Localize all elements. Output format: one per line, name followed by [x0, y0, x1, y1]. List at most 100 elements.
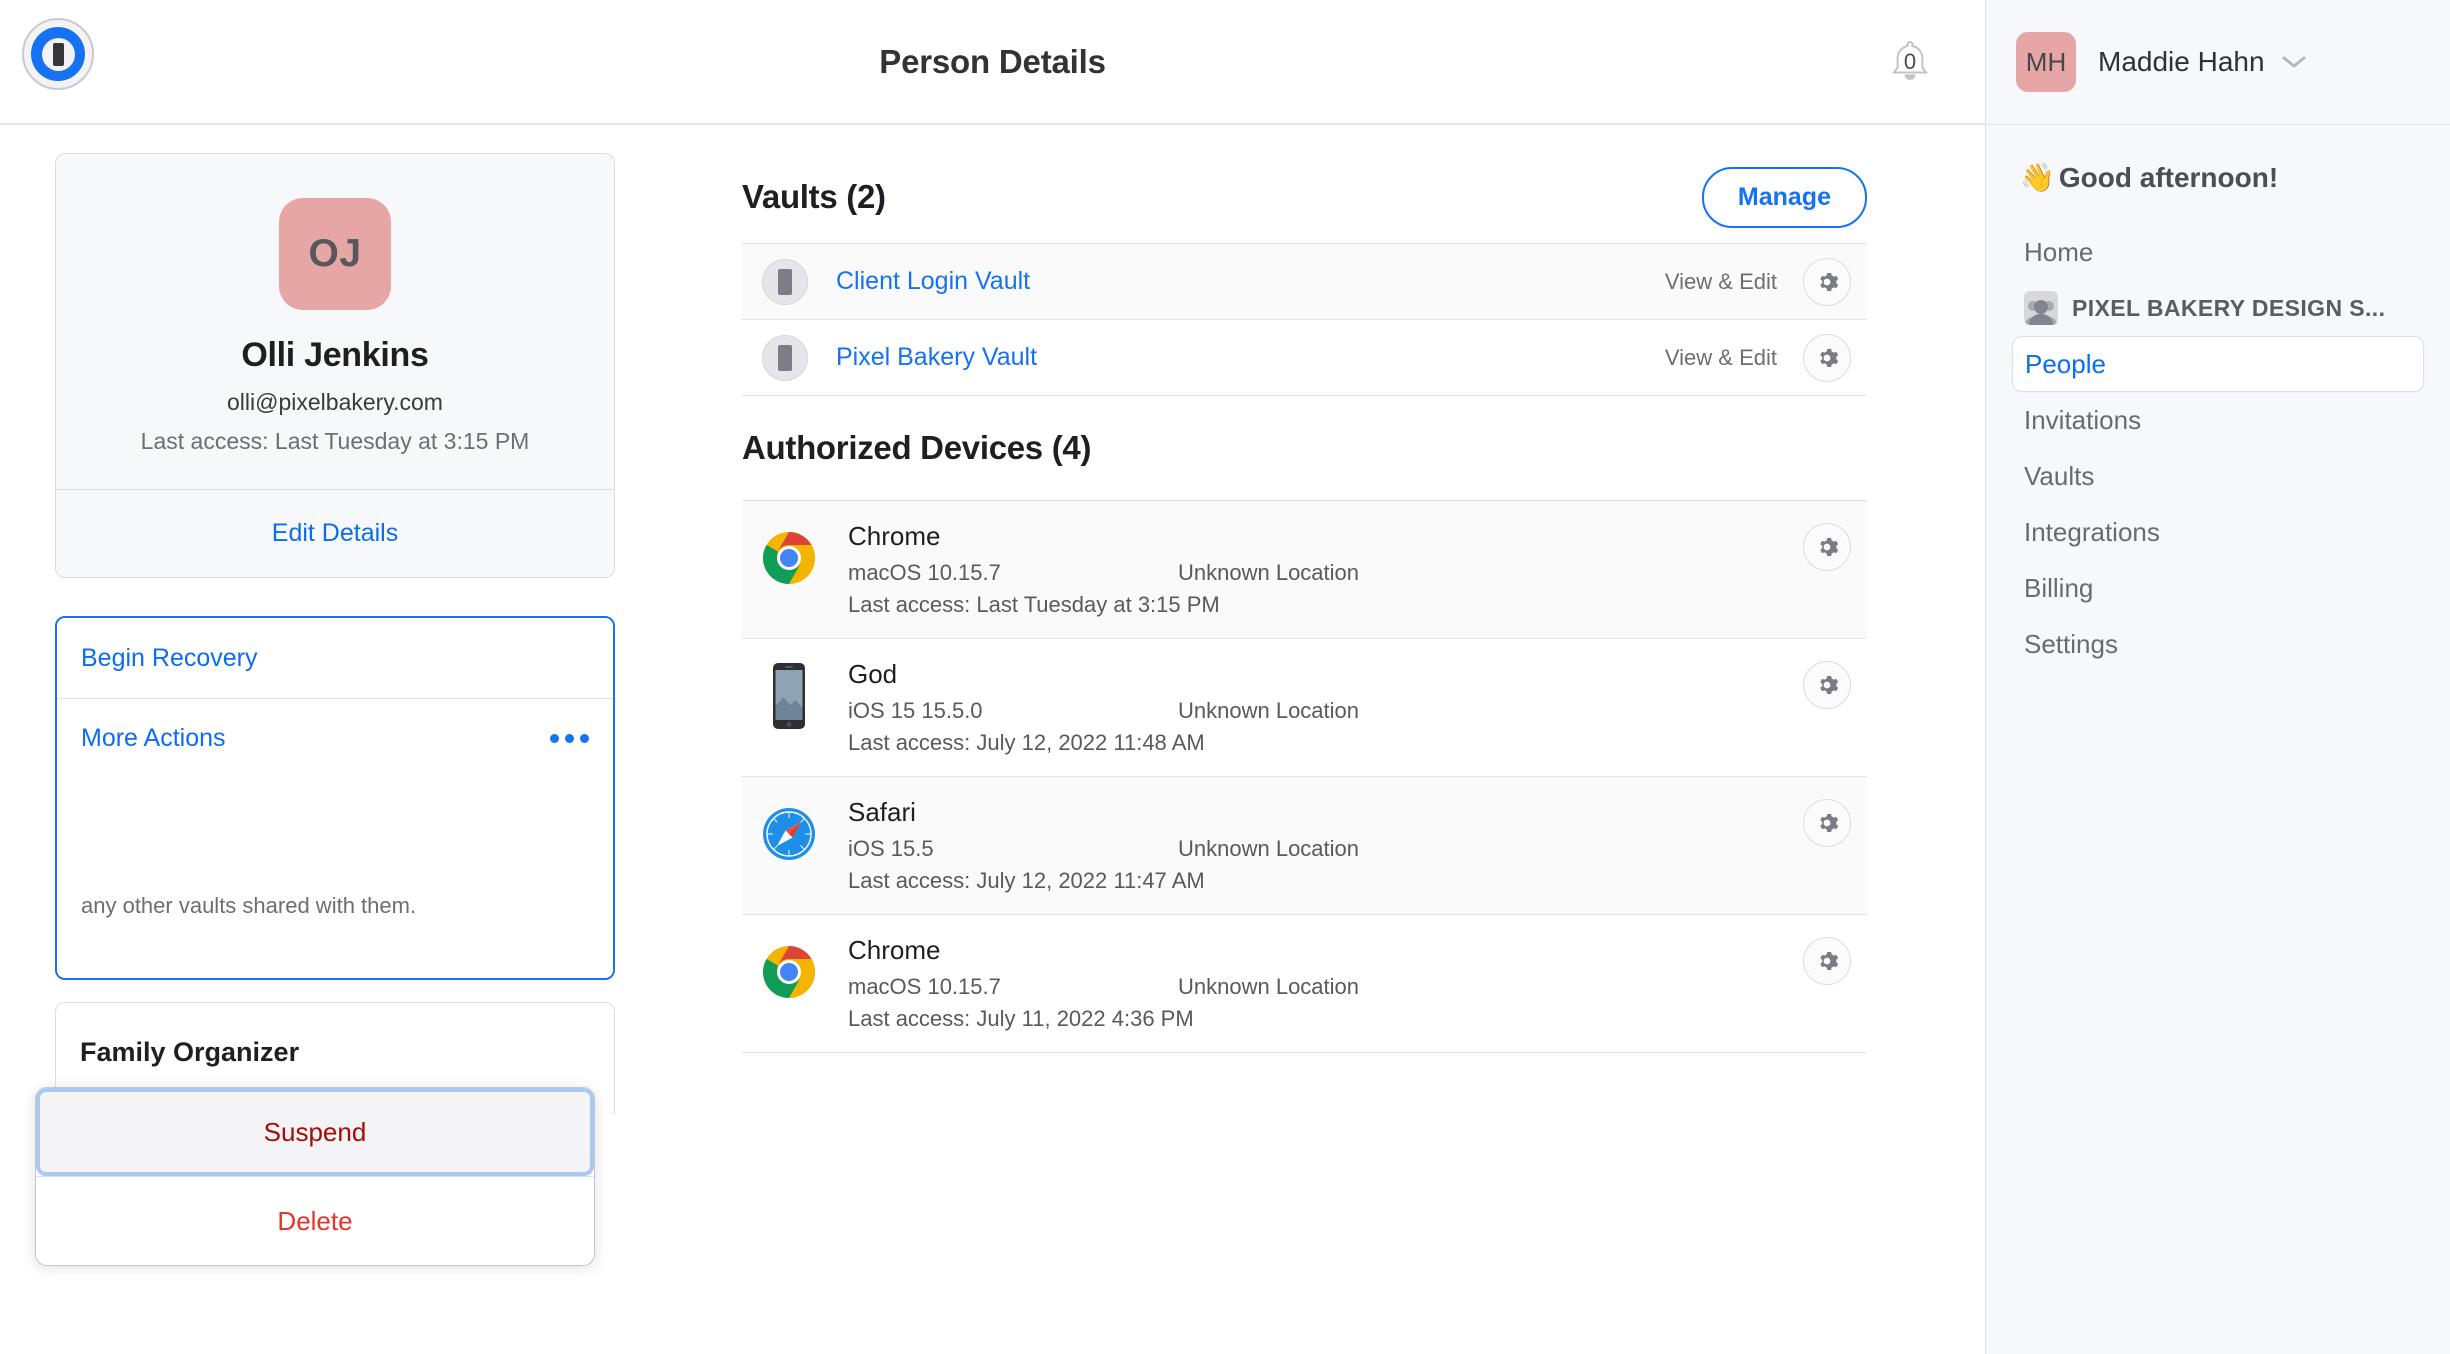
avatar: OJ [279, 198, 391, 310]
device-location: Unknown Location [1178, 836, 1360, 861]
device-os: iOS 15.5 [848, 836, 934, 861]
sidebar-item-billing[interactable]: Billing [2012, 560, 2424, 616]
gear-icon[interactable] [1803, 661, 1851, 709]
table-row[interactable]: God iOS 15 15.5.0 Unknown Location Last … [742, 639, 1867, 777]
vault-keyhole-icon [762, 258, 808, 305]
devices-section-header: Authorized Devices (4) [742, 396, 1867, 500]
person-name: Olli Jenkins [241, 336, 429, 374]
sidebar-item-invitations[interactable]: Invitations [2012, 392, 2424, 448]
dropdown-item-suspend[interactable]: Suspend [36, 1088, 594, 1176]
devices-section-title: Authorized Devices (4) [742, 429, 1092, 466]
table-row[interactable]: Pixel Bakery Vault View & Edit [742, 320, 1867, 396]
device-name: Chrome [848, 521, 941, 551]
device-os: macOS 10.15.7 [848, 560, 1001, 585]
vault-permission: View & Edit [1664, 268, 1777, 294]
device-name: Safari [848, 797, 916, 827]
sidebar-item-label: Vaults [2024, 460, 2095, 491]
chevron-down-icon [2281, 54, 2307, 70]
account-menu-button[interactable]: MH Maddie Hahn [1986, 0, 2450, 125]
table-row[interactable]: Safari iOS 15.5 Unknown Location Last ac… [742, 777, 1867, 915]
avatar: MH [2016, 32, 2076, 92]
safari-icon [760, 797, 818, 871]
sidebar-item-label: People [2025, 348, 2106, 379]
sidebar-item-label: Invitations [2024, 404, 2142, 435]
iphone-icon [760, 659, 818, 733]
vault-name[interactable]: Pixel Bakery Vault [836, 343, 1037, 372]
gear-icon[interactable] [1803, 333, 1851, 382]
vault-name[interactable]: Client Login Vault [836, 267, 1030, 296]
left-column: OJ Olli Jenkins olli@pixelbakery.com Las… [0, 125, 620, 1354]
sidebar-item-label: Settings [2024, 628, 2118, 659]
content-region: OJ Olli Jenkins olli@pixelbakery.com Las… [0, 125, 1985, 1354]
gear-icon[interactable] [1803, 523, 1851, 571]
app-root: Person Details 0 OJ Olli Jenkins olli@pi… [0, 0, 2450, 1354]
ellipsis-icon [550, 734, 589, 743]
chrome-icon [760, 935, 818, 1009]
device-location: Unknown Location [1178, 974, 1360, 999]
person-last-access: Last access: Last Tuesday at 3:15 PM [140, 428, 530, 454]
manage-vaults-button[interactable]: Manage [1701, 166, 1867, 228]
family-organizer-title: Family Organizer [80, 1036, 300, 1067]
wave-emoji-icon: 👋 [2020, 162, 2055, 193]
device-last-access: Last access: Last Tuesday at 3:15 PM [848, 592, 1220, 617]
top-bar: Person Details 0 [0, 0, 1985, 125]
device-location: Unknown Location [1178, 560, 1360, 585]
profile-card: OJ Olli Jenkins olli@pixelbakery.com Las… [55, 153, 615, 578]
sidebar-item-vaults[interactable]: Vaults [2012, 448, 2424, 504]
more-actions-button[interactable]: More Actions [57, 698, 613, 778]
vaults-list: Client Login Vault View & Edit Pixel Bak… [742, 243, 1867, 396]
vault-permission: View & Edit [1664, 344, 1777, 370]
devices-list: Chrome macOS 10.15.7 Unknown Location La… [742, 500, 1867, 1053]
sidebar-item-organization[interactable]: PIXEL BAKERY DESIGN S... [2012, 280, 2424, 336]
sidebar-nav: Home PIXEL BAKERY DESIGN S... People Inv… [1986, 224, 2450, 672]
gear-icon[interactable] [1803, 799, 1851, 847]
profile-card-body: OJ Olli Jenkins olli@pixelbakery.com Las… [56, 154, 614, 489]
sidebar-item-settings[interactable]: Settings [2012, 616, 2424, 672]
page-title: Person Details [879, 42, 1106, 80]
dropdown-item-delete[interactable]: Delete [36, 1177, 594, 1265]
main-area: Person Details 0 OJ Olli Jenkins olli@pi… [0, 0, 1985, 1354]
gear-icon[interactable] [1803, 937, 1851, 985]
account-name: Maddie Hahn [2098, 46, 2265, 77]
greeting-text: Good afternoon! [2058, 161, 2279, 193]
sidebar-item-home[interactable]: Home [2012, 224, 2424, 280]
device-name: Chrome [848, 935, 941, 965]
device-name: God [848, 659, 898, 689]
vaults-section-header: Vaults (2) Manage [742, 151, 1867, 243]
table-row[interactable]: Client Login Vault View & Edit [742, 244, 1867, 320]
sidebar-item-integrations[interactable]: Integrations [2012, 504, 2424, 560]
device-os: iOS 15 15.5.0 [848, 698, 983, 723]
sidebar-item-label: PIXEL BAKERY DESIGN S... [2072, 294, 2386, 321]
begin-recovery-label: Begin Recovery [81, 643, 258, 672]
greeting: 👋 Good afternoon! [1986, 125, 2450, 224]
group-avatar-icon [2024, 291, 2058, 325]
table-row[interactable]: Chrome macOS 10.15.7 Unknown Location La… [742, 501, 1867, 639]
vaults-section-title: Vaults (2) [742, 178, 886, 215]
1password-logo-icon [22, 18, 94, 90]
sidebar-item-label: Integrations [2024, 516, 2160, 547]
table-row[interactable]: Chrome macOS 10.15.7 Unknown Location La… [742, 915, 1867, 1053]
notification-count: 0 [1903, 48, 1917, 74]
vault-keyhole-icon [762, 334, 808, 381]
permission-block: any other vaults shared with them. [57, 778, 613, 978]
sidebar-item-label: Home [2024, 236, 2094, 267]
gear-icon[interactable] [1803, 257, 1851, 306]
person-email: olli@pixelbakery.com [227, 389, 443, 415]
permission-text: any other vaults shared with them. [81, 893, 417, 918]
device-location: Unknown Location [1178, 698, 1360, 723]
device-last-access: Last access: July 11, 2022 4:36 PM [848, 1006, 1194, 1031]
actions-card: Begin Recovery More Actions any other va… [55, 616, 615, 980]
begin-recovery-button[interactable]: Begin Recovery [57, 618, 613, 698]
app-logo[interactable] [22, 18, 94, 90]
device-os: macOS 10.15.7 [848, 974, 1001, 999]
device-last-access: Last access: July 12, 2022 11:47 AM [848, 868, 1205, 893]
more-actions-label: More Actions [81, 724, 226, 752]
device-last-access: Last access: July 12, 2022 11:48 AM [848, 730, 1205, 755]
sidebar-item-label: Billing [2024, 572, 2094, 603]
sidebar-item-people[interactable]: People [2012, 336, 2424, 392]
detail-panel: Vaults (2) Manage Client Login Vault Vie… [620, 125, 1985, 1354]
more-actions-dropdown: Suspend Delete [35, 1087, 595, 1266]
edit-details-button[interactable]: Edit Details [56, 489, 614, 577]
right-sidebar: MH Maddie Hahn 👋 Good afternoon! Home PI… [1985, 0, 2450, 1354]
notifications-button[interactable]: 0 [1881, 33, 1939, 91]
